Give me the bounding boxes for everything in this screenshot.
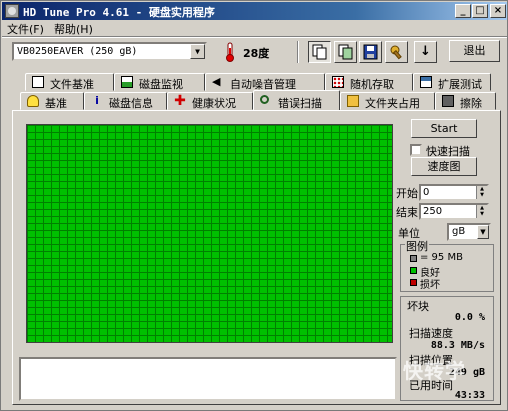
bulb-icon: [27, 95, 39, 107]
scan-speed-value: 88.3 MB/s: [430, 340, 485, 351]
scan-speed-label: 扫描速度: [409, 327, 453, 340]
elapsed-value: 43:33: [454, 390, 485, 401]
tab-file-benchmark[interactable]: 文件基准: [25, 73, 114, 91]
scan-block-map: [26, 124, 393, 343]
legend-bad: 损坏: [420, 280, 440, 291]
scan-log-box[interactable]: [19, 357, 397, 401]
menu-bar: 文件(F) 帮助(H): [2, 20, 507, 36]
extended-icon: [420, 76, 432, 88]
end-label: 结束: [396, 206, 418, 219]
drive-select[interactable]: VB0250EAVER (250 gB) ▼: [12, 42, 207, 61]
menu-help[interactable]: 帮助(H): [54, 21, 93, 37]
save-button[interactable]: [359, 41, 382, 63]
copy-icon: [312, 44, 327, 60]
health-icon: ✚: [174, 93, 186, 109]
speed-map-button[interactable]: 速度图: [411, 157, 477, 176]
chart-icon: [121, 76, 133, 88]
options-button[interactable]: [385, 41, 408, 63]
floppy-save-icon: [363, 44, 378, 60]
tab-random-access[interactable]: 随机存取: [325, 73, 413, 91]
close-button[interactable]: ×: [490, 4, 506, 18]
maximize-button[interactable]: □: [472, 4, 488, 18]
legend-block-size: = 95 MB: [420, 252, 463, 263]
tab-disk-info[interactable]: i 磁盘信息: [84, 92, 167, 110]
bad-blocks-value: 0.0 %: [454, 312, 485, 323]
unit-select[interactable]: gB ▼: [447, 223, 491, 241]
end-spinner[interactable]: ▲ ▼: [476, 205, 487, 218]
file-icon: [32, 76, 44, 88]
app-disk-icon: [5, 4, 19, 18]
drive-select-value: VB0250EAVER (250 gB): [17, 46, 138, 57]
magnifier-icon: [260, 95, 269, 104]
tab-health[interactable]: ✚ 健康状况: [167, 92, 253, 110]
wrench-icon: [390, 45, 402, 60]
ok-swatch: [410, 267, 417, 274]
tab-disk-monitor[interactable]: 磁盘监视: [114, 73, 205, 91]
title-bar: HD Tune Pro 4.61 - 硬盘实用程序 _ □ ×: [2, 2, 507, 20]
trash-icon: [442, 95, 454, 107]
download-button[interactable]: ↓: [414, 41, 437, 63]
start-scan-button[interactable]: Start: [411, 119, 477, 138]
random-icon: [332, 76, 344, 88]
folder-icon: [347, 95, 359, 107]
tab-erase[interactable]: 擦除: [435, 92, 496, 110]
info-icon: i: [95, 94, 99, 107]
legend-group: 图例 = 95 MB 良好 损坏: [400, 238, 494, 292]
menu-separator: [2, 36, 507, 38]
chevron-down-icon[interactable]: ▼: [477, 225, 489, 239]
menu-file[interactable]: 文件(F): [7, 21, 44, 37]
arrow-down-icon: ↓: [420, 44, 431, 59]
bad-swatch: [410, 279, 417, 286]
tab-error-scan[interactable]: 错误扫描: [253, 90, 340, 110]
tab-folder-usage[interactable]: 文件夹占用: [340, 92, 435, 110]
thermometer-icon: [226, 42, 234, 62]
end-input[interactable]: 250 ▲ ▼: [419, 203, 489, 220]
scan-stats-group: 坏块 0.0 % 扫描速度 88.3 MB/s 扫描位置 249 gB 已用时间…: [400, 296, 494, 401]
speaker-icon: ◀: [212, 75, 221, 88]
copy-screenshot-button[interactable]: [334, 41, 357, 63]
window-title: HD Tune Pro 4.61 - 硬盘实用程序: [23, 6, 215, 19]
chevron-down-icon[interactable]: ▼: [190, 44, 205, 59]
tab-extended-tests[interactable]: 扩展测试: [413, 73, 491, 91]
block-size-swatch: [410, 255, 417, 262]
bad-blocks-label: 坏块: [407, 300, 429, 313]
minimize-button[interactable]: _: [455, 4, 471, 18]
toolbar-divider: [297, 41, 299, 63]
temperature-readout: 28度: [243, 47, 270, 60]
quick-scan-checkbox[interactable]: [410, 144, 422, 156]
start-input[interactable]: 0 ▲ ▼: [419, 184, 489, 201]
tab-acoustic-management[interactable]: ◀ 自动噪音管理: [205, 73, 325, 91]
copy-image-icon: [338, 44, 353, 60]
start-spinner[interactable]: ▲ ▼: [476, 186, 487, 199]
app-window: HD Tune Pro 4.61 - 硬盘实用程序 _ □ × 文件(F) 帮助…: [0, 0, 508, 411]
start-label: 开始: [396, 187, 418, 200]
copy-text-button[interactable]: [308, 41, 331, 63]
exit-button[interactable]: 退出: [449, 40, 500, 62]
tab-benchmark[interactable]: 基准: [20, 92, 84, 110]
watermark-text: 快转学: [403, 359, 466, 383]
